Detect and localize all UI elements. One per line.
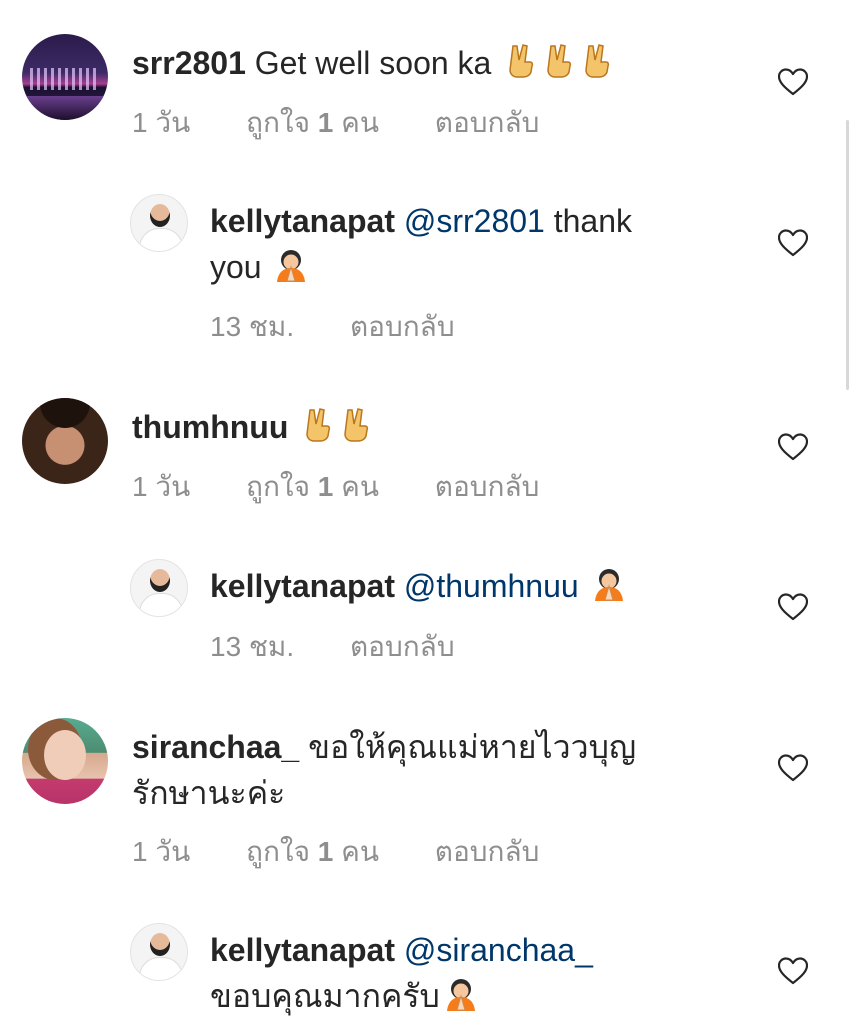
pray-emoji	[592, 567, 626, 601]
reply-button[interactable]: ตอบกลับ	[350, 311, 455, 342]
comment-text: thank	[553, 203, 633, 239]
avatar[interactable]	[22, 398, 108, 484]
heart-icon[interactable]	[778, 593, 808, 621]
victory-hand-emoji	[542, 44, 576, 78]
comment-username[interactable]: kellytanapat	[210, 932, 395, 968]
comment-username[interactable]: siranchaa_	[132, 729, 299, 765]
victory-hand-emoji	[504, 44, 538, 78]
avatar[interactable]	[130, 923, 188, 981]
heart-icon[interactable]	[778, 229, 808, 257]
comment-username[interactable]: kellytanapat	[210, 568, 395, 604]
comment-text: ขอให้คุณแม่หายไววบุญ	[308, 729, 637, 765]
likes-prefix: ถูกใจ	[246, 836, 310, 867]
victory-hand-emoji	[580, 44, 614, 78]
mention-link[interactable]: @siranchaa_	[404, 932, 593, 968]
avatar[interactable]	[130, 194, 188, 252]
comment-username[interactable]: srr2801	[132, 45, 246, 81]
comment-text: ขอบคุณมากครับ	[210, 978, 440, 1014]
likes-count: 1	[317, 107, 334, 138]
likes-suffix: คน	[341, 836, 379, 867]
heart-icon[interactable]	[778, 433, 808, 461]
comment-meta: 1 วัน ถูกใจ 1 คน ตอบกลับ	[132, 830, 587, 874]
comment-time: 13 ชม.	[210, 311, 295, 342]
likes-suffix: คน	[341, 471, 379, 502]
comment-meta: 1 วัน ถูกใจ 1 คน ตอบกลับ	[132, 101, 587, 145]
comment-body: kellytanapat @siranchaa_ ขอบคุณมากครับ	[210, 927, 750, 1019]
likes-count: 1	[317, 836, 334, 867]
comment-meta: 1 วัน ถูกใจ 1 คน ตอบกลับ	[132, 465, 587, 509]
reply-button[interactable]: ตอบกลับ	[435, 107, 540, 138]
victory-hand-emoji	[339, 408, 373, 442]
comment-time: 1 วัน	[132, 471, 191, 502]
comment-time: 13 ชม.	[210, 631, 295, 662]
comment-body: kellytanapat @srr2801 thank you	[210, 198, 730, 290]
heart-icon[interactable]	[778, 68, 808, 96]
comment-body: kellytanapat @thumhnuu	[210, 563, 750, 609]
avatar[interactable]	[130, 559, 188, 617]
heart-icon[interactable]	[778, 754, 808, 782]
likes-prefix: ถูกใจ	[246, 107, 310, 138]
comment-text: you	[210, 249, 262, 285]
heart-icon[interactable]	[778, 957, 808, 985]
avatar[interactable]	[22, 718, 108, 804]
comment-meta: 13 ชม. ตอบกลับ	[210, 305, 503, 349]
comment-text: รักษานะค่ะ	[132, 775, 286, 811]
reply-button[interactable]: ตอบกลับ	[350, 631, 455, 662]
comment-text: Get well soon ka	[254, 45, 492, 81]
mention-link[interactable]: @thumhnuu	[404, 568, 579, 604]
likes-suffix: คน	[341, 107, 379, 138]
like-count-link[interactable]: ถูกใจ 1 คน	[246, 836, 379, 867]
mention-link[interactable]: @srr2801	[404, 203, 545, 239]
comment-username[interactable]: kellytanapat	[210, 203, 395, 239]
avatar[interactable]	[22, 34, 108, 120]
victory-hand-emoji	[301, 408, 335, 442]
comment-body: siranchaa_ ขอให้คุณแม่หายไววบุญ รักษานะค…	[132, 724, 732, 816]
like-count-link[interactable]: ถูกใจ 1 คน	[246, 471, 379, 502]
likes-count: 1	[317, 471, 334, 502]
comment-time: 1 วัน	[132, 107, 191, 138]
scrollbar[interactable]	[846, 120, 849, 390]
pray-emoji	[274, 248, 308, 282]
comment-body: thumhnuu	[132, 404, 373, 450]
reply-button[interactable]: ตอบกลับ	[435, 836, 540, 867]
like-count-link[interactable]: ถูกใจ 1 คน	[246, 107, 379, 138]
comment-time: 1 วัน	[132, 836, 191, 867]
pray-emoji	[444, 977, 478, 1011]
comment-username[interactable]: thumhnuu	[132, 409, 288, 445]
reply-button[interactable]: ตอบกลับ	[435, 471, 540, 502]
comment-meta: 13 ชม. ตอบกลับ	[210, 625, 503, 669]
comment-body: srr2801 Get well soon ka	[132, 40, 614, 86]
likes-prefix: ถูกใจ	[246, 471, 310, 502]
